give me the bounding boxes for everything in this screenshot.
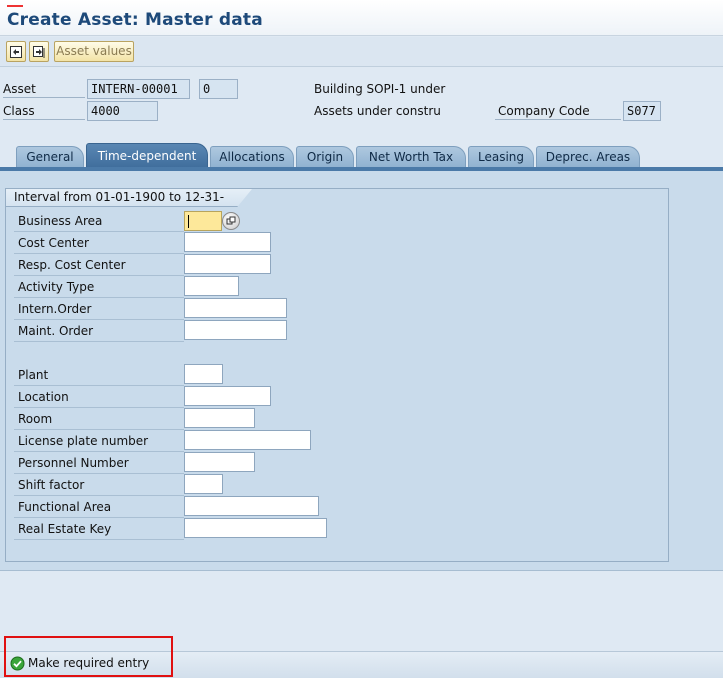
business-area-input[interactable] <box>184 211 222 231</box>
title-mark <box>7 5 23 7</box>
class-label: Class <box>3 104 35 118</box>
value-help-icon <box>226 216 236 225</box>
asset-description: Building SOPI-1 under <box>314 82 446 96</box>
interval-group-title: Interval from 01-01-1900 to 12-31-9999 <box>6 189 252 207</box>
tab-content-panel: Interval from 01-01-1900 to 12-31-9999 B… <box>0 171 723 571</box>
business-area-label: Business Area <box>14 211 184 232</box>
shift-factor-label: Shift factor <box>14 475 184 496</box>
tab-allocations[interactable]: Allocations <box>210 146 294 168</box>
asset-header: Asset INTERN-00001 0 Building SOPI-1 und… <box>0 68 723 128</box>
plant-label: Plant <box>14 365 184 386</box>
shift-factor-input[interactable] <box>184 474 223 494</box>
page-title: Create Asset: Master data <box>7 10 263 30</box>
tab-origin[interactable]: Origin <box>296 146 354 168</box>
resp-cost-center-label: Resp. Cost Center <box>14 255 184 276</box>
maint-order-label: Maint. Order <box>14 321 184 342</box>
copy-document-button[interactable] <box>29 41 49 62</box>
asset-label-underline <box>3 97 85 98</box>
class-description: Assets under constru <box>314 104 441 118</box>
application-toolbar: Asset values <box>0 37 723 67</box>
location-input[interactable] <box>184 386 271 406</box>
functional-area-label: Functional Area <box>14 497 184 518</box>
tab-general[interactable]: General <box>16 146 84 168</box>
room-label: Room <box>14 409 184 430</box>
personnel-number-label: Personnel Number <box>14 453 184 474</box>
status-highlight-box <box>4 636 173 677</box>
intern-order-input[interactable] <box>184 298 287 318</box>
real-estate-key-input[interactable] <box>184 518 327 538</box>
license-plate-label: License plate number <box>14 431 184 452</box>
license-plate-input[interactable] <box>184 430 311 450</box>
create-document-icon <box>10 45 22 58</box>
tab-leasing[interactable]: Leasing <box>468 146 534 168</box>
activity-type-input[interactable] <box>184 276 239 296</box>
real-estate-key-label: Real Estate Key <box>14 519 184 540</box>
copy-document-icon <box>33 45 45 58</box>
personnel-number-input[interactable] <box>184 452 255 472</box>
functional-area-input[interactable] <box>184 496 319 516</box>
location-label: Location <box>14 387 184 408</box>
tab-net-worth-tax[interactable]: Net Worth Tax <box>356 146 466 168</box>
title-bar: Create Asset: Master data <box>0 0 723 36</box>
cost-center-label: Cost Center <box>14 233 184 254</box>
asset-number-field[interactable]: INTERN-00001 <box>87 79 190 99</box>
asset-label: Asset <box>3 82 36 96</box>
company-code-field[interactable]: S077 <box>623 101 661 121</box>
plant-input[interactable] <box>184 364 223 384</box>
resp-cost-center-input[interactable] <box>184 254 271 274</box>
maint-order-input[interactable] <box>184 320 287 340</box>
activity-type-label: Activity Type <box>14 277 184 298</box>
tab-deprec-areas[interactable]: Deprec. Areas <box>536 146 640 168</box>
company-code-label: Company Code <box>498 104 590 118</box>
interval-group: Interval from 01-01-1900 to 12-31-9999 B… <box>5 188 669 562</box>
asset-class-field[interactable]: 4000 <box>87 101 158 121</box>
tab-strip: General Time-dependent Allocations Origi… <box>0 143 723 168</box>
intern-order-label: Intern.Order <box>14 299 184 320</box>
asset-values-button[interactable]: Asset values <box>54 41 134 62</box>
value-help-button[interactable] <box>222 212 240 230</box>
tab-time-dependent[interactable]: Time-dependent <box>86 143 208 168</box>
text-cursor <box>188 215 189 228</box>
asset-subnumber-field[interactable]: 0 <box>199 79 238 99</box>
class-label-underline <box>3 119 85 120</box>
company-code-underline <box>495 119 621 120</box>
cost-center-input[interactable] <box>184 232 271 252</box>
room-input[interactable] <box>184 408 255 428</box>
create-document-button[interactable] <box>6 41 26 62</box>
